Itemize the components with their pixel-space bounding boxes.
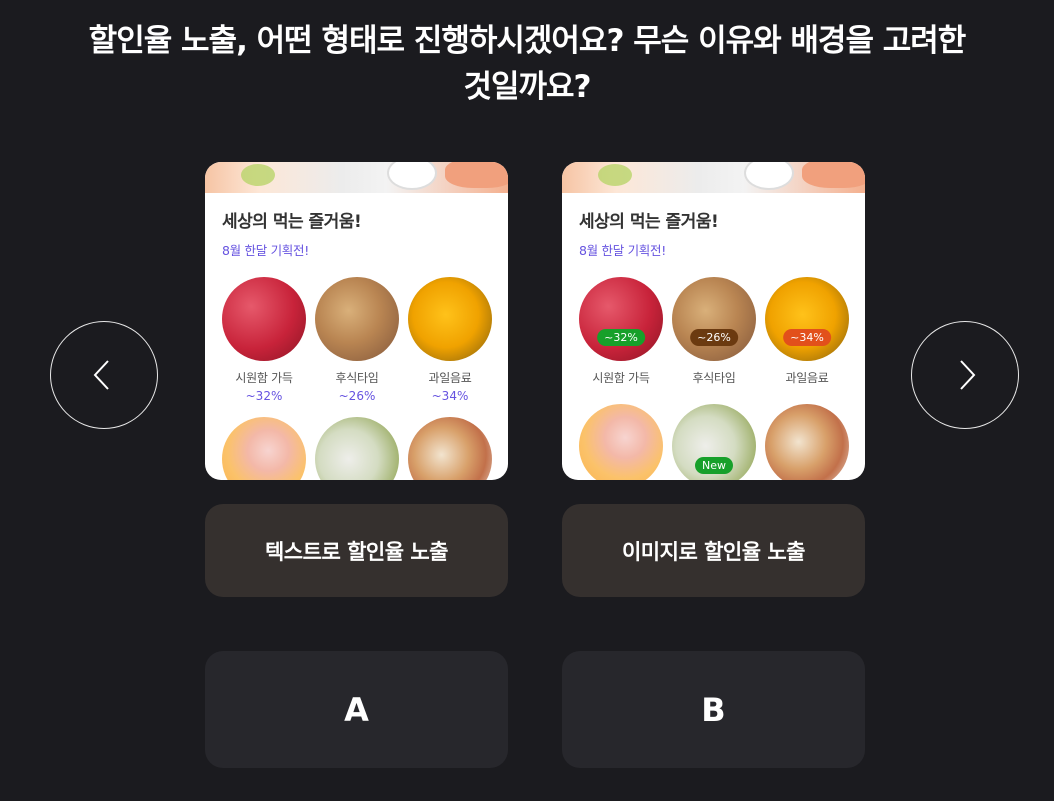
question-line-1: 할인율 노출, 어떤 형태로 진행하시겠어요? 무슨 이유와 배경을 고려한 bbox=[88, 23, 967, 59]
banner-image bbox=[205, 162, 508, 193]
new-badge: New bbox=[695, 457, 733, 474]
tile-label: 과일음료 bbox=[428, 371, 472, 385]
question-line-2: 것일까요? bbox=[463, 69, 591, 105]
product-tile: ~32% 시원함 가득 bbox=[579, 277, 663, 386]
tile-label: 과일음료 bbox=[785, 371, 829, 385]
icecream-image bbox=[222, 417, 306, 480]
option-image-discount-button[interactable]: 이미지로 할인율 노출 bbox=[562, 504, 865, 597]
discount-badge: ~34% bbox=[783, 329, 831, 346]
choice-b-button[interactable]: B bbox=[562, 651, 865, 768]
product-tile bbox=[765, 404, 849, 480]
card-headline: 세상의 먹는 즐거움! bbox=[579, 212, 719, 232]
product-tile bbox=[222, 417, 306, 480]
banner-image bbox=[562, 162, 865, 193]
product-tile bbox=[408, 417, 492, 480]
product-tile bbox=[579, 404, 663, 480]
chevron-right-icon bbox=[960, 360, 976, 390]
icecream-image bbox=[579, 404, 663, 480]
card-subline: 8월 한달 기획전! bbox=[579, 243, 666, 258]
product-tile: New bbox=[672, 404, 756, 480]
product-tile: 시원함 가득 ~32% bbox=[222, 277, 306, 403]
burger-image bbox=[408, 417, 492, 480]
question-title: 할인율 노출, 어떤 형태로 진행하시겠어요? 무슨 이유와 배경을 고려한 것… bbox=[0, 18, 1054, 110]
watermelon-image: ~32% bbox=[579, 277, 663, 361]
chevron-left-icon bbox=[93, 360, 109, 390]
bottle-image: New bbox=[672, 404, 756, 480]
tile-label: 시원함 가득 bbox=[592, 371, 650, 385]
burger-image bbox=[765, 404, 849, 480]
tile-label: 후식타임 bbox=[692, 371, 736, 385]
product-tile: ~26% 후식타임 bbox=[672, 277, 756, 386]
option-text-discount-button[interactable]: 텍스트로 할인율 노출 bbox=[205, 504, 508, 597]
product-tile: 과일음료 ~34% bbox=[408, 277, 492, 403]
tile-discount: ~34% bbox=[431, 389, 469, 403]
discount-badge: ~32% bbox=[597, 329, 645, 346]
product-tile: ~34% 과일음료 bbox=[765, 277, 849, 386]
choice-a-button[interactable]: A bbox=[205, 651, 508, 768]
bottle-image bbox=[315, 417, 399, 480]
next-button[interactable] bbox=[911, 321, 1019, 429]
bread-image bbox=[315, 277, 399, 361]
prev-button[interactable] bbox=[50, 321, 158, 429]
juice-image: ~34% bbox=[765, 277, 849, 361]
tile-label: 후식타임 bbox=[335, 371, 379, 385]
preview-card-text: 세상의 먹는 즐거움! 8월 한달 기획전! 시원함 가득 ~32% 후식타임 … bbox=[205, 162, 508, 480]
tile-discount: ~32% bbox=[245, 389, 283, 403]
card-subline: 8월 한달 기획전! bbox=[222, 243, 309, 258]
bread-image: ~26% bbox=[672, 277, 756, 361]
card-headline: 세상의 먹는 즐거움! bbox=[222, 212, 362, 232]
tile-label: 시원함 가득 bbox=[235, 371, 293, 385]
discount-badge: ~26% bbox=[690, 329, 738, 346]
tile-discount: ~26% bbox=[338, 389, 376, 403]
watermelon-image bbox=[222, 277, 306, 361]
product-tile: 후식타임 ~26% bbox=[315, 277, 399, 403]
product-tile bbox=[315, 417, 399, 480]
juice-image bbox=[408, 277, 492, 361]
preview-card-image: 세상의 먹는 즐거움! 8월 한달 기획전! ~32% 시원함 가득 ~26% … bbox=[562, 162, 865, 480]
